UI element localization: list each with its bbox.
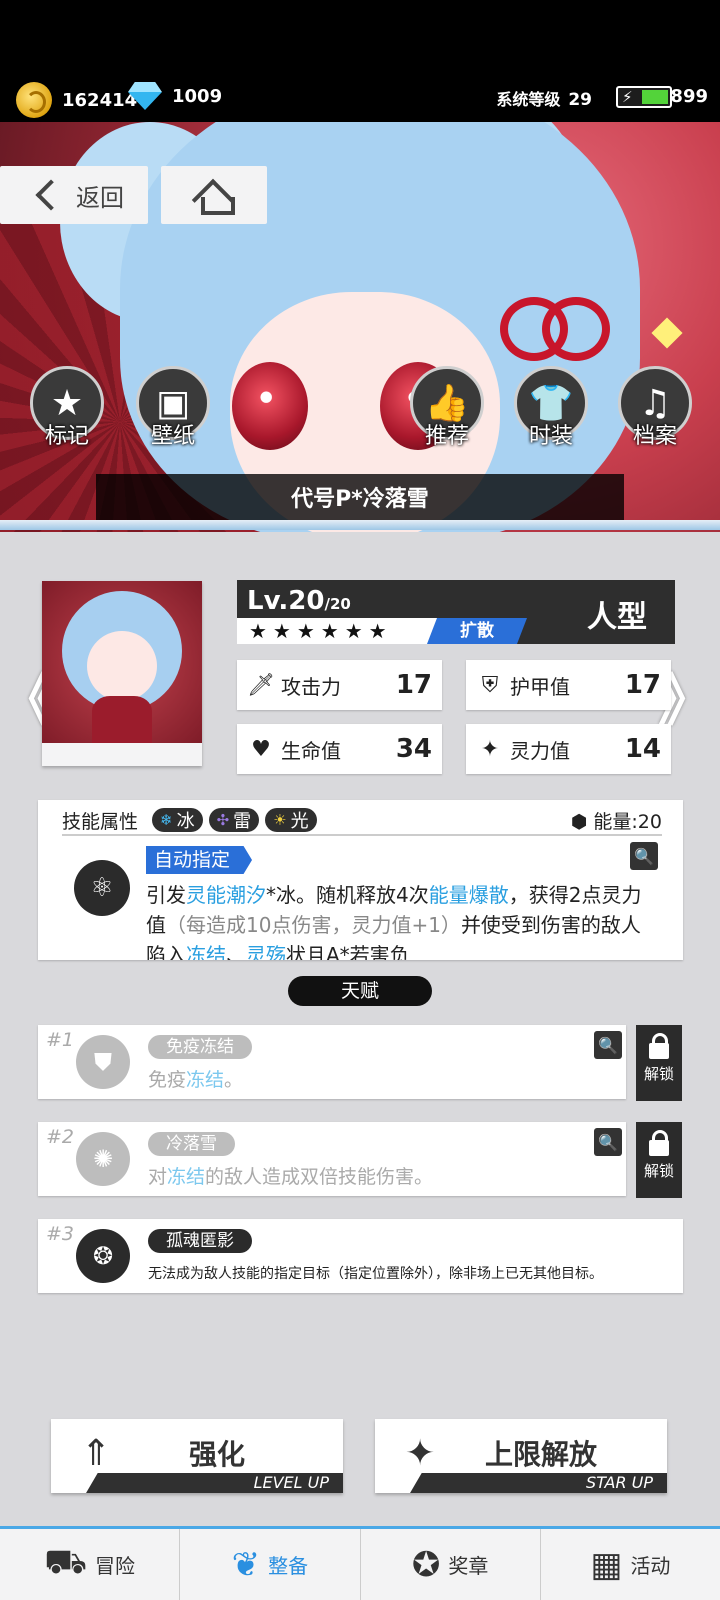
medal-icon: ✪ bbox=[411, 1544, 441, 1585]
role-badge: 扩散 bbox=[427, 618, 527, 644]
energy-battery-icon: ⚡ bbox=[616, 86, 672, 108]
truck-icon: ⛟ bbox=[44, 1542, 88, 1582]
talent-title: 天赋 bbox=[288, 976, 432, 1006]
home-icon bbox=[195, 179, 235, 215]
magnifier-icon[interactable]: 🔍 bbox=[594, 1128, 622, 1156]
diamond-icon bbox=[128, 82, 162, 110]
unlock-button-2[interactable]: 解锁 bbox=[636, 1122, 682, 1198]
element-chip-light: ☀ 光 bbox=[265, 808, 317, 832]
wallpaper-button[interactable]: ▣ 壁纸 bbox=[134, 366, 212, 450]
character-portrait bbox=[42, 581, 202, 766]
magnifier-icon[interactable]: 🔍 bbox=[594, 1031, 622, 1059]
heart-icon: ♥ bbox=[251, 736, 271, 762]
archive-label: 档案 bbox=[632, 424, 677, 449]
costume-button[interactable]: 👕 时装 bbox=[512, 366, 590, 450]
talent-name: 冷落雪 bbox=[148, 1132, 235, 1156]
skill-attributes: 技能属性 ❄ 冰 ✣ 雷 ☀ 光 ⬢ 能量:20 bbox=[62, 806, 662, 836]
coin-amount: 162414 bbox=[62, 89, 138, 111]
talent-description: 免疫冻结。 bbox=[148, 1069, 244, 1091]
skill-description: 引发灵能潮汐*冰。随机释放4次能量爆散，获得2点灵力值（每造成10点伤害，灵力值… bbox=[146, 883, 642, 960]
talent-row-2: #2 ✺ 冷落雪 对冻结的敌人造成双倍技能伤害。 🔍 bbox=[38, 1122, 626, 1196]
level-panel: Lv.20/20 ★★★★★★ 扩散 人型 bbox=[237, 580, 675, 644]
swirl-icon: ✺ bbox=[76, 1132, 130, 1186]
gem-counter: 1009 bbox=[128, 82, 222, 110]
unlock-button-1[interactable]: 解锁 bbox=[636, 1025, 682, 1101]
nav-adventure[interactable]: ⛟ 冒险 bbox=[0, 1529, 181, 1600]
coin-counter: 162414 bbox=[16, 82, 137, 118]
gem-amount: 1009 bbox=[172, 85, 223, 107]
mark-button[interactable]: ★ 标记 bbox=[28, 366, 106, 450]
energy-amount: 899 bbox=[670, 86, 708, 107]
talent-row-1: #1 ⛊ 免疫冻结 免疫冻结。 🔍 bbox=[38, 1025, 626, 1099]
costume-label: 时装 bbox=[528, 424, 573, 449]
talent-description: 无法成为敌人技能的指定目标（指定位置除外），除非场上已无其他目标。 bbox=[148, 1266, 603, 1282]
back-label: 返回 bbox=[76, 183, 124, 212]
home-button[interactable] bbox=[161, 166, 267, 224]
talent-row-3: #3 ❂ 孤魂匿影 无法成为敌人技能的指定目标（指定位置除外），除非场上已无其他… bbox=[38, 1219, 683, 1293]
back-button[interactable]: 返回 bbox=[0, 166, 148, 224]
talent-name: 孤魂匿影 bbox=[148, 1229, 252, 1253]
limit-break-button[interactable]: ✦ 上限解放 STAR UP bbox=[375, 1419, 667, 1493]
character-name-strip: 代号P*冷落雪 bbox=[0, 468, 720, 532]
skill-attr-label: 技能属性 bbox=[62, 810, 139, 833]
attack-stat: 🗡 攻击力 17 bbox=[237, 660, 442, 710]
recommend-label: 推荐 bbox=[424, 424, 469, 449]
auto-target-tag: 自动指定 bbox=[146, 846, 253, 874]
hp-stat: ♥ 生命值 34 bbox=[237, 724, 442, 774]
snowflake-icon: ❄ bbox=[160, 811, 173, 829]
system-level: 系统等级 29 bbox=[496, 86, 592, 110]
spirit-stat: ✦ 灵力值 14 bbox=[466, 724, 671, 774]
top-status-bar: 162414 1009 系统等级 29 ⚡ 899 bbox=[0, 0, 720, 130]
star-rating: ★★★★★★ bbox=[249, 619, 393, 643]
character-type: 人型 bbox=[587, 600, 647, 635]
skill-energy: ⬢ 能量:20 bbox=[570, 810, 662, 833]
sparkle-icon bbox=[651, 317, 683, 349]
wallpaper-label: 壁纸 bbox=[150, 424, 195, 449]
chevron-left-icon bbox=[35, 179, 67, 211]
lock-icon bbox=[649, 1033, 669, 1059]
system-level-label: 系统等级 bbox=[496, 90, 561, 109]
recommend-button[interactable]: 👍 推荐 bbox=[408, 366, 486, 450]
nav-events[interactable]: ▦ 活动 bbox=[541, 1529, 720, 1600]
nav-equip[interactable]: ❦ 整备 bbox=[180, 1529, 361, 1600]
ghost-icon: ❂ bbox=[76, 1229, 130, 1283]
skill-panel: 技能属性 ❄ 冰 ✣ 雷 ☀ 光 ⬢ 能量:20 ⚛ 自动指定 🔍 引发灵能潮汐*冰。… bbox=[38, 800, 683, 960]
ribbon-bow-art bbox=[500, 297, 610, 361]
talent-name: 免疫冻结 bbox=[148, 1035, 252, 1059]
sword-icon: 🗡 bbox=[247, 672, 275, 698]
sparkle-icon: ✦ bbox=[480, 736, 500, 762]
element-chip-thunder: ✣ 雷 bbox=[208, 808, 260, 832]
element-chip-ice: ❄ 冰 bbox=[152, 808, 203, 832]
nav-medals[interactable]: ✪ 奖章 bbox=[361, 1529, 541, 1600]
strengthen-button[interactable]: ⇑ 强化 LEVEL UP bbox=[51, 1419, 343, 1493]
character-level: Lv.20/20 bbox=[247, 586, 351, 616]
talent-description: 对冻结的敌人造成双倍技能伤害。 bbox=[148, 1166, 434, 1188]
lock-icon bbox=[649, 1130, 669, 1156]
magnifier-icon[interactable]: 🔍 bbox=[630, 842, 658, 870]
character-name: 代号P*冷落雪 bbox=[96, 474, 624, 520]
calendar-icon: ▦ bbox=[590, 1544, 623, 1585]
bottom-navigation: ⛟ 冒险 ❦ 整备 ✪ 奖章 ▦ 活动 bbox=[0, 1526, 720, 1600]
thunder-icon: ✣ bbox=[216, 811, 230, 829]
coin-icon bbox=[16, 82, 52, 118]
heart-wings-icon: ❦ bbox=[231, 1544, 261, 1585]
archive-button[interactable]: ♫ 档案 bbox=[616, 366, 694, 450]
sun-icon: ☀ bbox=[273, 811, 287, 829]
shield-crest-icon: ⛊ bbox=[76, 1035, 130, 1089]
energy-icon: ⬢ bbox=[570, 810, 594, 833]
atom-icon: ⚛ bbox=[74, 860, 130, 916]
system-level-value: 29 bbox=[568, 90, 592, 110]
armor-stat: ⛨ 护甲值 17 bbox=[466, 660, 671, 710]
mark-label: 标记 bbox=[44, 424, 89, 449]
shield-icon: ⛨ bbox=[481, 672, 499, 698]
